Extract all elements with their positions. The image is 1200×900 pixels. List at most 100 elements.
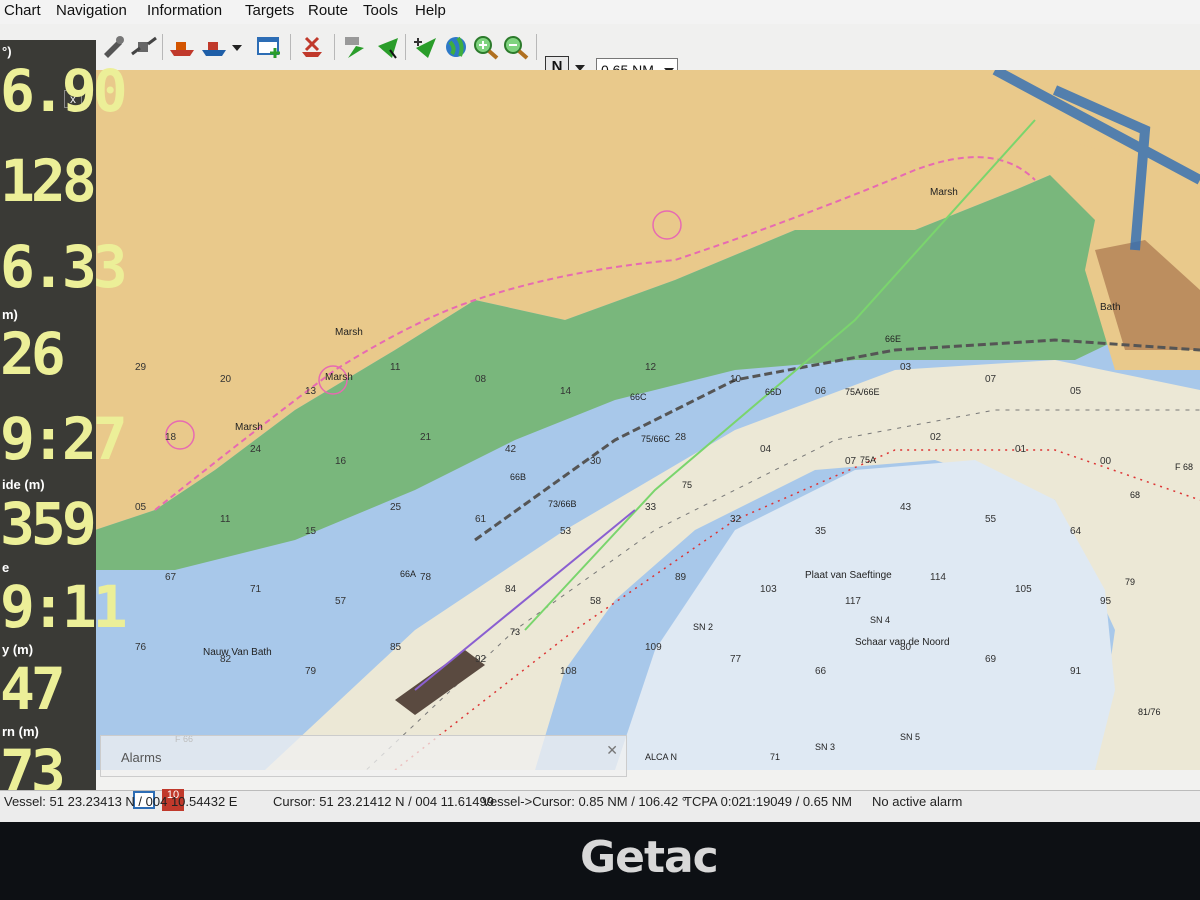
menu-navigation[interactable]: Navigation <box>56 2 127 19</box>
chevron-down-icon[interactable] <box>230 34 244 60</box>
depth-sounding: 78 <box>420 572 432 583</box>
vessel-cursor-bearing: Vessel->Cursor: 0.85 NM / 106.42 ° <box>482 794 687 809</box>
depth-sounding: 35 <box>815 526 827 537</box>
depth-sounding: 14 <box>560 386 572 397</box>
depth-sounding: 11 <box>220 514 231 525</box>
depth-sounding: 02 <box>930 432 942 443</box>
buoy-label: 75A/66E <box>845 387 880 397</box>
readout-value: 9:11 <box>0 573 128 641</box>
depth-sounding: 105 <box>1015 584 1032 595</box>
readout-value: 47 <box>0 655 66 723</box>
depth-sounding: 08 <box>475 374 487 385</box>
depth-sounding: 61 <box>475 514 487 525</box>
buoy-label: SN 4 <box>870 615 890 625</box>
depth-sounding: 43 <box>900 502 912 513</box>
place-name: Marsh <box>235 422 263 433</box>
menu-bar: Chart Navigation Information Targets Rou… <box>0 0 1200 25</box>
depth-sounding: 58 <box>590 596 602 607</box>
buoy-label: 75 <box>682 480 692 490</box>
depth-sounding: 25 <box>390 502 402 513</box>
depth-sounding: 80 <box>900 642 912 653</box>
depth-sounding: 28 <box>675 432 687 443</box>
depth-sounding: 76 <box>135 642 147 653</box>
satellite-icon[interactable] <box>130 34 158 60</box>
menu-chart[interactable]: Chart <box>4 2 41 19</box>
readout-value: 9:27 <box>0 405 128 473</box>
route-plan-icon[interactable] <box>342 34 370 60</box>
close-icon[interactable]: ✕ <box>606 742 618 759</box>
place-name: Nauw Van Bath <box>203 647 272 658</box>
menu-help[interactable]: Help <box>415 2 446 19</box>
depth-sounding: 00 <box>1100 456 1112 467</box>
buoy-label: SN 2 <box>693 622 713 632</box>
radar-target-icon[interactable] <box>412 34 440 60</box>
depth-sounding: 05 <box>135 502 147 513</box>
vessel-position: Vessel: 51 23.23413 N / 004 10.54432 E <box>4 794 238 809</box>
depth-sounding: 69 <box>985 654 997 665</box>
mob-icon[interactable] <box>298 34 326 60</box>
zoom-in-icon[interactable] <box>472 34 500 60</box>
buoy-label: 66E <box>885 334 901 344</box>
depth-sounding: 07 <box>845 456 857 467</box>
buoy-label: 75/66C <box>641 434 671 444</box>
cursor-position: Cursor: 51 23.21412 N / 004 11.61499 <box>273 794 494 809</box>
menu-route[interactable]: Route <box>308 2 348 19</box>
place-name: Marsh <box>325 372 353 383</box>
depth-sounding: 12 <box>645 362 657 373</box>
place-name: Marsh <box>335 327 363 338</box>
new-window-icon[interactable] <box>255 34 283 60</box>
tcpa-readout: TCPA 0:02 <box>684 794 746 809</box>
depth-sounding: 55 <box>985 514 997 525</box>
buoy-label: 66C <box>630 392 647 402</box>
buoy-label: 81/76 <box>1138 707 1161 717</box>
depth-sounding: 108 <box>560 666 577 677</box>
readout-value: 359 <box>0 490 97 558</box>
depth-sounding: 82 <box>220 654 232 665</box>
depth-sounding: 06 <box>815 386 827 397</box>
depth-sounding: 29 <box>135 362 147 373</box>
menu-tools[interactable]: Tools <box>363 2 398 19</box>
depth-sounding: 13 <box>305 386 317 397</box>
buoy-label: 66D <box>765 387 782 397</box>
depth-sounding: 33 <box>645 502 657 513</box>
depth-sounding: 92 <box>475 654 487 665</box>
own-ship-icon[interactable] <box>168 34 196 60</box>
depth-sounding: 91 <box>1070 666 1082 677</box>
depth-sounding: 01 <box>1015 444 1027 455</box>
depth-sounding: 114 <box>930 572 946 583</box>
menu-targets[interactable]: Targets <box>245 2 294 19</box>
buoy-label: F 68 <box>1175 462 1193 472</box>
alarm-panel: Alarms ✕ <box>100 735 627 777</box>
depth-sounding: 32 <box>730 514 742 525</box>
depth-sounding: 85 <box>390 642 402 653</box>
ship-mode-icon[interactable] <box>200 34 228 60</box>
ecdis-window: Chart Navigation Information Targets Rou… <box>0 0 1200 822</box>
nautical-chart[interactable]: Marsh Marsh Marsh Marsh Nauw Van Bath Plaat v… <box>95 70 1200 770</box>
buoy-label: SN 5 <box>900 732 920 742</box>
route-monitor-icon[interactable] <box>374 34 402 60</box>
depth-sounding: 16 <box>335 456 347 467</box>
depth-sounding: 64 <box>1070 526 1082 537</box>
depth-sounding: 24 <box>250 444 262 455</box>
depth-sounding: 42 <box>505 444 517 455</box>
buoy-label: 75A <box>860 455 876 465</box>
depth-sounding: 71 <box>250 584 262 595</box>
depth-sounding: 21 <box>420 432 432 443</box>
depth-sounding: 03 <box>900 362 912 373</box>
buoy-label: ALCA N <box>645 752 677 762</box>
menu-information[interactable]: Information <box>147 2 222 19</box>
globe-icon[interactable] <box>442 34 470 60</box>
buoy-label: 68 <box>1130 490 1140 500</box>
depth-sounding: 11 <box>390 362 401 373</box>
depth-sounding: 95 <box>1100 596 1112 607</box>
brand-logo: Getac <box>580 832 719 883</box>
zoom-out-icon[interactable] <box>502 34 530 60</box>
buoy-label: 66B <box>510 472 526 482</box>
depth-sounding: 10 <box>730 374 742 385</box>
depth-sounding: 79 <box>305 666 317 677</box>
depth-sounding: 103 <box>760 584 777 595</box>
place-name: Plaat van Saeftinge <box>805 570 892 581</box>
alarm-status: No active alarm <box>872 794 963 809</box>
depth-sounding: 15 <box>305 526 317 537</box>
buoy-label: 73/66B <box>548 499 577 509</box>
